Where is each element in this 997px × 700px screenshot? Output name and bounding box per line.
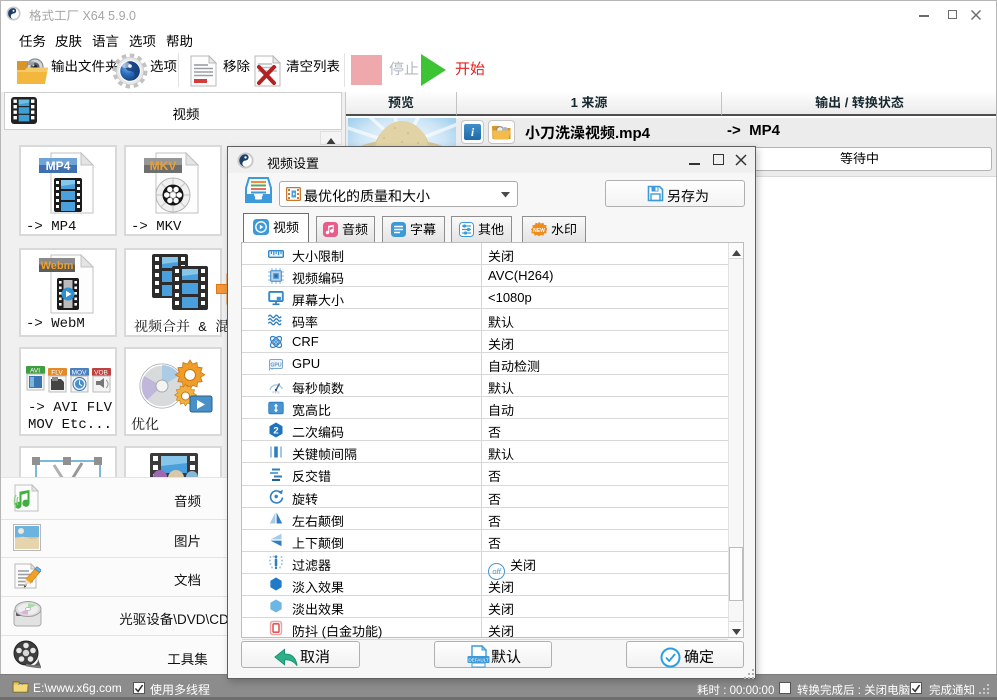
svg-text:Webm: Webm xyxy=(41,260,74,272)
svg-text:VOB: VOB xyxy=(94,370,108,377)
svg-text:2: 2 xyxy=(273,425,278,436)
svg-text:MP4: MP4 xyxy=(46,159,71,173)
svg-text:MOV: MOV xyxy=(72,370,87,377)
svg-text:GPU: GPU xyxy=(270,362,281,368)
svg-text:AVI: AVI xyxy=(30,368,40,375)
svg-text:FPS: FPS xyxy=(273,390,281,394)
svg-text:NEW: NEW xyxy=(533,228,545,234)
svg-text:DEFAULT: DEFAULT xyxy=(468,658,489,663)
svg-text:MKV: MKV xyxy=(150,159,177,173)
svg-text:FLV: FLV xyxy=(51,370,63,377)
